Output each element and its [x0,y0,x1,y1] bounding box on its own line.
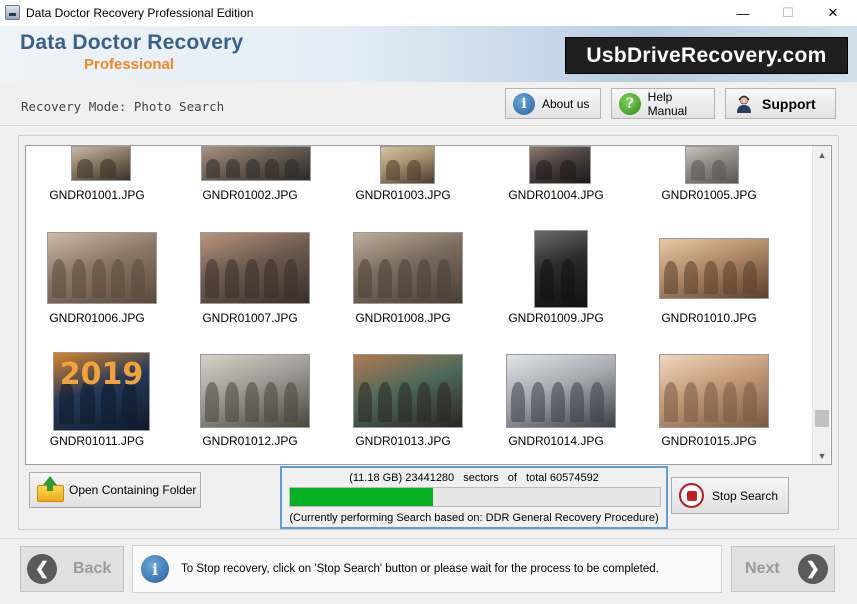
thumbnail-filename: GNDR01001.JPG [49,188,145,202]
thumbnail-filename: GNDR01009.JPG [508,311,604,325]
recovery-mode-label: Recovery Mode: Photo Search [21,99,225,114]
stop-search-label: Stop Search [712,488,779,503]
maximize-button[interactable]: ☐ [765,0,811,26]
help-manual-label: Help Manual [647,89,688,118]
info-icon: i [141,555,169,583]
question-icon: ? [619,92,641,115]
thumbnail-filename: GNDR01006.JPG [49,311,145,325]
arrow-right-icon: ❯ [797,554,828,584]
title-bar: Data Doctor Recovery Professional Editio… [0,0,857,26]
info-message-panel: i To Stop recovery, click on 'Stop Searc… [132,545,722,593]
thumbnail-filename: GNDR01012.JPG [202,434,298,448]
progress-status-text: (Currently performing Search based on: D… [289,512,659,524]
thumbnail-image[interactable] [659,238,769,299]
thumbnail-filename: GNDR01004.JPG [508,188,604,202]
thumbnail-image[interactable] [353,232,463,304]
thumbnail-image[interactable] [506,354,616,428]
thumbnail-image[interactable] [47,232,157,304]
progress-bar [289,487,661,507]
toolbar: Recovery Mode: Photo Search i About us ?… [0,82,857,126]
stop-search-button[interactable]: Stop Search [671,477,789,514]
brand-subtitle: Professional [84,56,175,73]
thumbnail-image[interactable] [529,146,591,184]
stop-icon [679,483,704,508]
thumbnail-image[interactable] [534,230,588,308]
brand-url-logo: UsbDriveRecovery.com [565,37,848,74]
header-banner: Data Doctor Recovery Professional UsbDri… [0,26,857,82]
progress-size: (11.18 GB) 23441280 [349,472,455,484]
progress-sector-text: (11.18 GB) 23441280 sectors of total 605… [282,472,666,484]
progress-of-word: of [507,472,517,484]
info-icon: i [513,92,535,115]
thumbnail-image[interactable] [380,146,435,184]
about-us-button[interactable]: i About us [505,88,601,119]
scroll-up-icon[interactable]: ▲ [813,146,831,163]
thumbnail-filename: GNDR01007.JPG [202,311,298,325]
thumbnail-filename: GNDR01015.JPG [661,434,757,448]
thumbnail-filename: GNDR01003.JPG [355,188,451,202]
window-title: Data Doctor Recovery Professional Editio… [26,6,254,20]
progress-sectors-word: sectors [463,472,499,484]
next-label: Next [745,560,780,577]
thumbnail-filename: GNDR01013.JPG [355,434,451,448]
app-icon [5,5,20,20]
open-containing-folder-button[interactable]: Open Containing Folder [29,472,201,508]
brand-title: Data Doctor Recovery [20,31,244,54]
back-label: Back [73,560,112,577]
info-message: To Stop recovery, click on 'Stop Search'… [181,563,659,575]
thumbnail-filename: GNDR01010.JPG [661,311,757,325]
thumbnail-image[interactable] [685,146,739,184]
support-label: Support [762,95,816,112]
thumbnail-image[interactable] [659,354,769,428]
thumbnail-image[interactable] [200,232,310,304]
footer: ❮ Back i To Stop recovery, click on 'Sto… [0,538,857,604]
thumbnail-image[interactable] [353,354,463,428]
thumbnail-filename: GNDR01008.JPG [355,311,451,325]
thumbnail-image[interactable] [201,146,311,181]
folder-upload-icon [37,476,65,502]
support-person-icon [733,93,755,115]
thumbnail-grid: GNDR01001.JPG GNDR01002.JPG GNDR01003.JPG G… [25,145,832,465]
scroll-down-icon[interactable]: ▼ [813,447,831,464]
thumbnail-filename: GNDR01014.JPG [508,434,604,448]
progress-total: total 60574592 [526,472,599,484]
help-manual-button[interactable]: ? Help Manual [611,88,715,119]
support-button[interactable]: Support [725,88,836,119]
minimize-button[interactable]: — [720,0,766,26]
thumbnail-filename: GNDR01005.JPG [661,188,757,202]
progress-panel: (11.18 GB) 23441280 sectors of total 605… [280,466,668,529]
back-button[interactable]: ❮ Back [20,546,124,592]
thumbnail-filename: GNDR01011.JPG [49,434,145,448]
thumbnail-image[interactable] [200,354,310,428]
arrow-left-icon: ❮ [27,554,57,584]
progress-bar-fill [290,488,434,506]
thumbnail-filename: GNDR01002.JPG [202,188,298,202]
about-us-label: About us [542,96,590,111]
scrollbar-thumb[interactable] [815,410,829,427]
thumbnail-caption: 2019 [59,357,144,392]
vertical-scrollbar[interactable]: ▲ ▼ [812,146,830,464]
close-button[interactable]: ✕ [810,0,856,26]
thumbnail-image[interactable]: 2019 [53,352,150,431]
next-button[interactable]: Next ❯ [731,546,835,592]
thumbnail-image[interactable] [71,146,131,181]
open-folder-label: Open Containing Folder [69,483,197,497]
